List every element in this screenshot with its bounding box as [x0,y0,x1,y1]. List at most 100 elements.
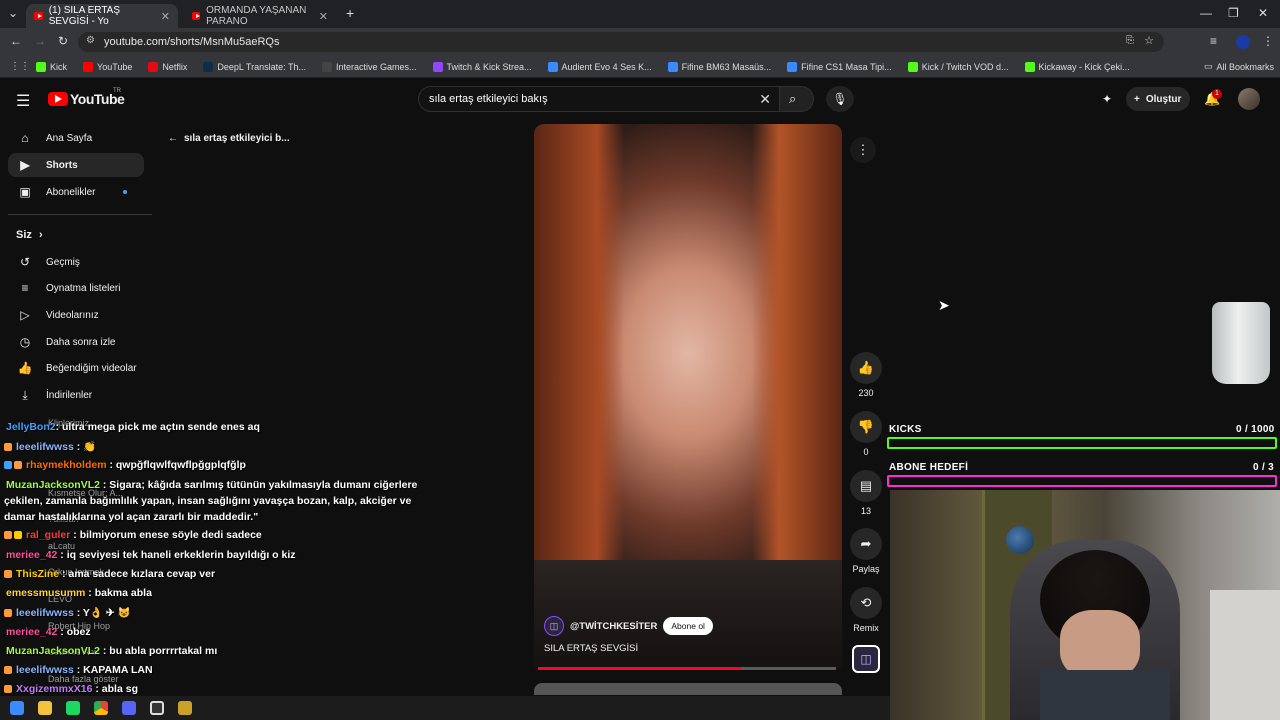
chat-message: JellyBon2: ultra mega pick me açtın send… [6,421,260,433]
site-info-icon[interactable]: ⚙ [86,35,95,46]
dislike-label: 0 [863,447,869,457]
clear-search-icon[interactable]: ✕ [759,91,771,108]
chat-badge-icon [4,609,12,618]
sidebar-item-your-videos[interactable]: ▷ Videolarınız [8,303,144,327]
create-button[interactable]: + Oluştur [1126,87,1190,111]
app-icon[interactable] [178,701,192,715]
bookmark-kick-twitch-vod[interactable]: Kick / Twitch VOD d... [907,61,1009,72]
back-icon[interactable]: ← [10,34,22,48]
subscriber-goal-value: 0 / 3 [1253,462,1274,473]
youtube-logo-icon[interactable] [48,92,68,106]
webcam-feed [890,490,1280,720]
person-shirt-region [1040,670,1170,720]
account-avatar[interactable] [1238,88,1260,110]
shorts-video-player[interactable]: ◫ @TWİTCHKESİTER Abone ol SILA ERTAŞ SEV… [534,124,842,670]
chrome-icon[interactable] [94,701,108,715]
chat-badge-icon [4,570,12,579]
menu-icon[interactable]: ⋮ [1262,34,1274,48]
sidebar-item-subscriptions[interactable]: ▣ Abonelikler [8,180,144,204]
bookmark-interactive-games[interactable]: Interactive Games... [321,61,417,72]
sidebar-item-liked-videos[interactable]: 👍 Beğendiğim videolar [8,356,144,380]
spotify-icon[interactable] [66,701,80,715]
tab-search-icon[interactable]: ⌄ [8,6,18,20]
channel-name[interactable]: @TWİTCHKESİTER [570,621,657,632]
chat-message: MuzanJacksonVL2 : bu abla porrrrtakal mı [6,645,218,657]
browser-tab-bar: ⌄ (1) SILA ERTAŞ SEVGİSİ - Yo ✕ ORMANDA … [0,0,1280,28]
url-input[interactable]: ⚙ youtube.com/shorts/MsnMu5aeRQs ⎘ ☆ [78,32,1164,52]
bookmark-star-icon[interactable]: ☆ [1144,34,1154,47]
close-tab-icon[interactable]: ✕ [161,10,170,23]
cast-icon[interactable]: ✦ [1102,92,1112,106]
restore-icon[interactable]: ❐ [1228,6,1239,20]
next-short-preview[interactable] [534,683,842,695]
sidebar-item-history[interactable]: ↺ Geçmiş [8,250,144,274]
apps-grid-icon[interactable]: ⋮⋮ [10,61,30,72]
close-tab-icon[interactable]: ✕ [319,10,328,23]
dislike-icon: 👎 [857,419,875,434]
channel-avatar[interactable]: ◫ [544,616,564,636]
dislike-button[interactable]: 👎 [850,411,882,443]
bookmark-audient[interactable]: Audient Evo 4 Ses K... [547,61,652,72]
bookmark-fifine-cs1[interactable]: Fifine CS1 Masa Tipi... [787,61,892,72]
voice-search-button[interactable]: 🎙 [826,86,854,112]
bookmark-kick[interactable]: Kick [36,61,67,72]
sidebar-you-header[interactable]: Siz › [16,229,43,241]
tab-title: ORMANDA YAŞANAN PARANO [206,5,307,27]
like-icon: 👍 [857,360,875,375]
forward-icon[interactable]: → [34,34,46,48]
bookmark-kickaway[interactable]: Kickaway - Kick Çeki... [1024,61,1130,72]
playlist-icon: ≡ [21,281,29,295]
history-icon: ↺ [19,255,31,269]
chat-message: meriee_42 : iq seviyesi tek haneli erkek… [6,549,296,561]
bookmark-twitch-kick[interactable]: Twitch & Kick Strea... [432,61,532,72]
back-arrow-icon: ← [168,133,178,144]
bookmark-youtube[interactable]: YouTube [83,61,132,72]
discord-icon[interactable] [122,701,136,715]
reading-list-icon[interactable]: ≡ [1210,34,1217,48]
remix-button[interactable]: ⟲ [850,587,882,619]
comments-button[interactable]: ▤ [850,470,882,502]
all-bookmarks[interactable]: ▭ All Bookmarks [1204,61,1274,72]
chat-message: leeelifwwss : Y👌 ✈ 😺 [4,606,131,619]
bookmark-deepl[interactable]: DeepL Translate: Th... [203,61,306,72]
microphone-icon: 🎙 [832,92,848,106]
share-button[interactable]: ➦ [850,528,882,560]
bookmark-netflix[interactable]: Netflix [148,61,187,72]
sidebar-item-watch-later[interactable]: ◷ Daha sonra izle [8,330,144,354]
subscriptions-icon: ▣ [19,185,31,199]
sidebar-item-home[interactable]: ⌂ Ana Sayfa [8,126,144,150]
youtube-favicon-icon [34,12,43,20]
download-icon: ⤓ [22,387,28,402]
bed-region [1210,590,1280,720]
chat-message: emessmusumm : bakma abla [6,587,152,599]
back-to-search[interactable]: ← sıla ertaş etkileyici b... [168,133,290,144]
like-button[interactable]: 👍 [850,352,882,384]
liked-icon: 👍 [17,361,33,375]
reload-icon[interactable]: ↻ [58,34,68,48]
tab-active[interactable]: (1) SILA ERTAŞ SEVGİSİ - Yo ✕ [26,4,178,28]
plus-icon: + [1134,93,1140,105]
chat-message: leeelifwwss : KAPAMA LAN [4,664,153,676]
obs-icon[interactable] [150,701,164,715]
country-code: TR [113,88,121,94]
close-window-icon[interactable]: ✕ [1258,6,1268,20]
chat-message: ral_guler : bilmiyorum enese söyle dedi … [4,529,262,541]
profile-avatar-icon[interactable] [1236,35,1250,49]
more-options-icon[interactable]: ⋮ [850,137,876,163]
install-app-icon[interactable]: ⎘ [1126,35,1134,46]
search-button[interactable]: ⌕ [780,86,814,112]
tab-inactive[interactable]: ORMANDA YAŞANAN PARANO ✕ [184,4,336,28]
watch-later-icon: ◷ [19,335,31,349]
sidebar-item-playlists[interactable]: ≡ Oynatma listeleri [8,276,144,300]
new-tab-button[interactable]: + [346,5,354,21]
sidebar-item-downloads[interactable]: ⤓ İndirilenler [8,383,144,407]
search-input[interactable]: sıla ertaş etkileyici bakış ✕ [418,86,780,112]
subscribe-button[interactable]: Abone ol [663,617,713,635]
minimize-icon[interactable]: — [1200,6,1212,20]
sidebar-item-shorts[interactable]: ▶ Shorts [8,153,144,177]
file-explorer-icon[interactable] [38,701,52,715]
sound-source-thumbnail[interactable]: ◫ [852,645,880,673]
hamburger-menu-icon[interactable]: ☰ [16,91,30,111]
windows-start-icon[interactable] [10,701,24,715]
bookmark-fifine-bm63[interactable]: Fifine BM63 Masaüs... [667,61,771,72]
